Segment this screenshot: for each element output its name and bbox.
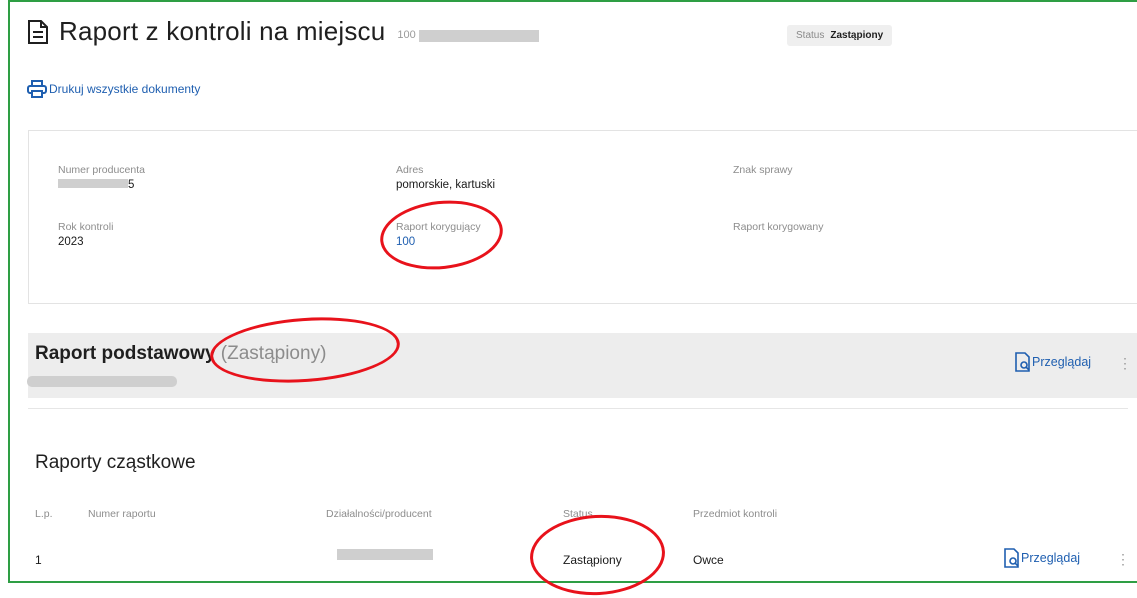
basic-report-title: Raport podstawowy (Zastąpiony) bbox=[35, 343, 327, 364]
partial-report-browse-button[interactable]: Przeglądaj bbox=[1003, 548, 1080, 568]
document-search-icon bbox=[1015, 352, 1030, 372]
row-status: Zastąpiony bbox=[563, 553, 622, 567]
print-all-documents-link[interactable]: Drukuj wszystkie dokumenty bbox=[27, 80, 200, 98]
section-divider bbox=[28, 408, 1128, 409]
col-header-report-number: Numer raportu bbox=[88, 508, 156, 520]
redacted-basic-report-info bbox=[27, 376, 177, 387]
page-header: Raport z kontroli na miejscu 100 bbox=[27, 16, 539, 47]
col-header-status: Status bbox=[563, 508, 593, 520]
redacted-id bbox=[418, 29, 539, 42]
basic-report-status: (Zastąpiony) bbox=[220, 343, 327, 364]
row-lp: 1 bbox=[35, 553, 42, 567]
status-badge: Status Zastąpiony bbox=[787, 25, 893, 46]
document-search-icon bbox=[1004, 548, 1019, 568]
col-header-lp: L.p. bbox=[35, 508, 53, 520]
partial-report-more-icon[interactable]: ⋮ bbox=[1116, 552, 1130, 566]
report-id: 100 bbox=[397, 29, 539, 42]
partial-reports-title: Raporty cząstkowe bbox=[35, 452, 196, 473]
col-header-subject: Przedmiot kontroli bbox=[693, 508, 778, 520]
document-icon bbox=[28, 19, 48, 44]
row-subject: Owce bbox=[693, 553, 724, 567]
col-header-producer: Działalności/producent bbox=[326, 508, 432, 520]
address-field: Adres pomorskie, kartuski bbox=[396, 164, 496, 191]
basic-report-more-icon[interactable]: ⋮ bbox=[1118, 356, 1132, 370]
basic-report-browse-button[interactable]: Przeglądaj bbox=[1014, 352, 1091, 372]
printer-icon bbox=[27, 80, 47, 98]
case-mark-field: Znak sprawy bbox=[733, 164, 793, 176]
redacted-producer-number bbox=[58, 179, 128, 188]
correcting-report-link[interactable]: 100 bbox=[396, 236, 481, 248]
producer-number-field: Numer producenta 5 bbox=[58, 164, 145, 191]
corrected-report-field: Raport korygowany bbox=[733, 221, 824, 233]
page-title: Raport z kontroli na miejscu bbox=[59, 16, 386, 46]
correcting-report-field: Raport korygujący 100 bbox=[396, 221, 481, 248]
control-year-field: Rok kontroli 2023 bbox=[58, 221, 114, 248]
report-details-card: Numer producenta 5 Adres pomorskie, kart… bbox=[28, 130, 1137, 304]
redacted-producer bbox=[337, 549, 433, 560]
